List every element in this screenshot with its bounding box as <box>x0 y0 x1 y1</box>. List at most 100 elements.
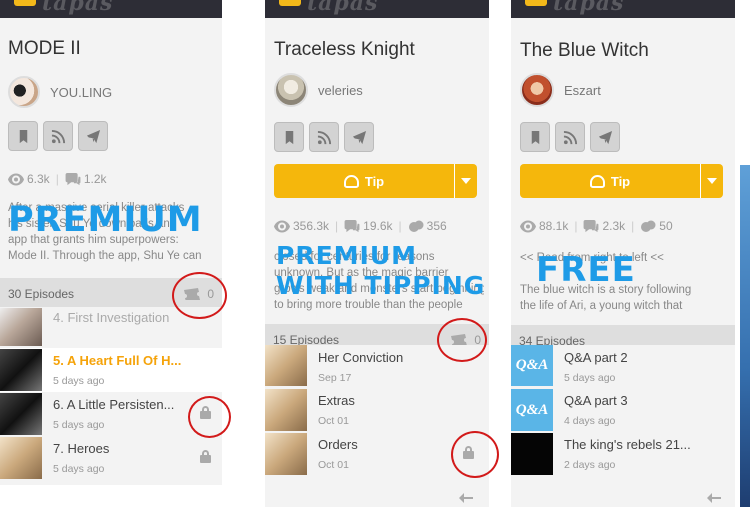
send-icon <box>352 130 366 144</box>
logo-icon[interactable] <box>525 0 547 6</box>
eye-icon <box>8 173 24 185</box>
action-buttons <box>520 122 620 152</box>
bookmark-icon <box>19 129 27 143</box>
bookmark-button[interactable] <box>8 121 38 151</box>
episode-thumbnail: Q&A <box>511 345 553 386</box>
comments-stat: | 1.2k <box>55 172 107 186</box>
episode-row[interactable]: 7. Heroes 5 days ago <box>0 436 222 480</box>
logo-text[interactable]: tapas <box>553 0 624 16</box>
episode-thumbnail <box>0 308 42 346</box>
send-icon <box>598 130 612 144</box>
top-bar: tapas <box>0 0 222 18</box>
episode-title: Q&A part 2 <box>564 350 628 365</box>
episode-row[interactable]: Q&A Q&A part 2 5 days ago <box>511 345 735 387</box>
tip-dropdown-button[interactable] <box>701 164 723 198</box>
rss-button[interactable] <box>43 121 73 151</box>
views-stat: 356.3k <box>274 219 329 233</box>
top-bar: tapas <box>265 0 489 18</box>
episode-thumbnail <box>265 345 307 386</box>
tip-button-group: Tip <box>274 164 477 198</box>
views-stat: 6.3k <box>8 172 50 186</box>
highlight-circle-tickets <box>172 272 227 319</box>
bookmark-button[interactable] <box>274 122 304 152</box>
bookmark-button[interactable] <box>520 122 550 152</box>
tip-button-group: Tip <box>520 164 723 198</box>
coins-icon <box>408 220 424 232</box>
share-button[interactable] <box>78 121 108 151</box>
rss-icon <box>317 130 331 144</box>
lock-icon <box>199 450 212 463</box>
author-row[interactable]: Eszart <box>520 73 601 107</box>
logo-text[interactable]: tapas <box>42 0 113 16</box>
tip-dropdown-button[interactable] <box>455 164 477 198</box>
episode-title: 6. A Little Persisten... <box>53 397 175 412</box>
rss-icon <box>563 130 577 144</box>
tip-button[interactable]: Tip <box>520 174 700 189</box>
episode-thumbnail <box>0 437 42 479</box>
coins-icon <box>641 220 656 232</box>
author-name: Eszart <box>564 82 601 98</box>
episode-date: Oct 01 <box>318 459 349 471</box>
eye-icon <box>520 220 536 232</box>
likes-stat: | 50 <box>631 219 673 233</box>
bookmark-icon <box>285 130 293 144</box>
episode-thumbnail <box>265 389 307 431</box>
author-avatar[interactable] <box>274 73 308 107</box>
episode-title: 4. First Investigation <box>53 310 170 325</box>
logo-icon[interactable] <box>279 0 301 6</box>
logo-text[interactable]: tapas <box>307 0 378 16</box>
episode-row[interactable]: Extras Oct 01 <box>265 388 489 432</box>
episode-row[interactable]: Q&A Q&A part 3 4 days ago <box>511 388 735 432</box>
rss-button[interactable] <box>555 122 585 152</box>
tip-button[interactable]: Tip <box>274 174 454 189</box>
rss-icon <box>51 129 65 143</box>
episode-title: Her Conviction <box>318 350 404 365</box>
author-name[interactable]: YOU.LING <box>50 85 112 100</box>
action-buttons <box>274 122 374 152</box>
episode-date: 5 days ago <box>53 375 105 387</box>
author-avatar[interactable] <box>520 73 554 107</box>
tip-icon <box>343 174 359 188</box>
author-name: veleries <box>318 82 363 98</box>
episode-title: 7. Heroes <box>53 441 110 456</box>
likes-stat: | 356 <box>398 219 447 233</box>
episode-date: 5 days ago <box>53 419 105 431</box>
episode-date: 2 days ago <box>564 459 616 471</box>
chevron-down-icon <box>461 178 471 184</box>
episode-title: Q&A part 3 <box>564 393 628 408</box>
author-avatar[interactable] <box>8 76 40 108</box>
episode-date: 5 days ago <box>564 372 616 384</box>
back-arrow-icon[interactable] <box>707 490 721 503</box>
tip-icon <box>589 174 605 188</box>
comment-icon <box>584 219 599 232</box>
logo-icon[interactable] <box>14 0 36 6</box>
episode-row-current[interactable]: 5. A Heart Full Of H... 5 days ago <box>0 348 222 392</box>
back-arrow-icon[interactable] <box>459 490 473 503</box>
episode-thumbnail: Q&A <box>511 389 553 431</box>
episode-thumbnail <box>0 393 42 435</box>
episode-date: 5 days ago <box>53 463 105 475</box>
episode-thumbnail <box>511 433 553 475</box>
comments-stat: | 2.3k <box>574 219 626 233</box>
episode-thumbnail <box>265 433 307 475</box>
episode-thumbnail <box>0 349 42 391</box>
eye-icon <box>274 220 290 232</box>
stats-row: 88.1k | 2.3k | 50 <box>520 219 679 233</box>
cropped-artwork-edge <box>740 165 750 507</box>
author-row[interactable]: YOU.LING <box>8 76 112 108</box>
episode-title: Extras <box>318 393 355 408</box>
overlay-label-premium: PREMIUM <box>8 200 203 240</box>
action-buttons <box>8 121 108 151</box>
episode-title: The king's rebels 21... <box>564 437 691 452</box>
episode-date: Oct 01 <box>318 415 349 427</box>
comments-stat: | 19.6k <box>335 219 393 233</box>
episode-title: 5. A Heart Full Of H... <box>53 353 182 368</box>
rss-button[interactable] <box>309 122 339 152</box>
share-button[interactable] <box>590 122 620 152</box>
episode-row[interactable]: The king's rebels 21... 2 days ago <box>511 432 735 476</box>
episode-date: Sep 17 <box>318 372 352 384</box>
views-stat: 88.1k <box>520 219 568 233</box>
highlight-circle-tickets <box>437 318 487 362</box>
share-button[interactable] <box>344 122 374 152</box>
author-row[interactable]: veleries <box>274 73 363 107</box>
